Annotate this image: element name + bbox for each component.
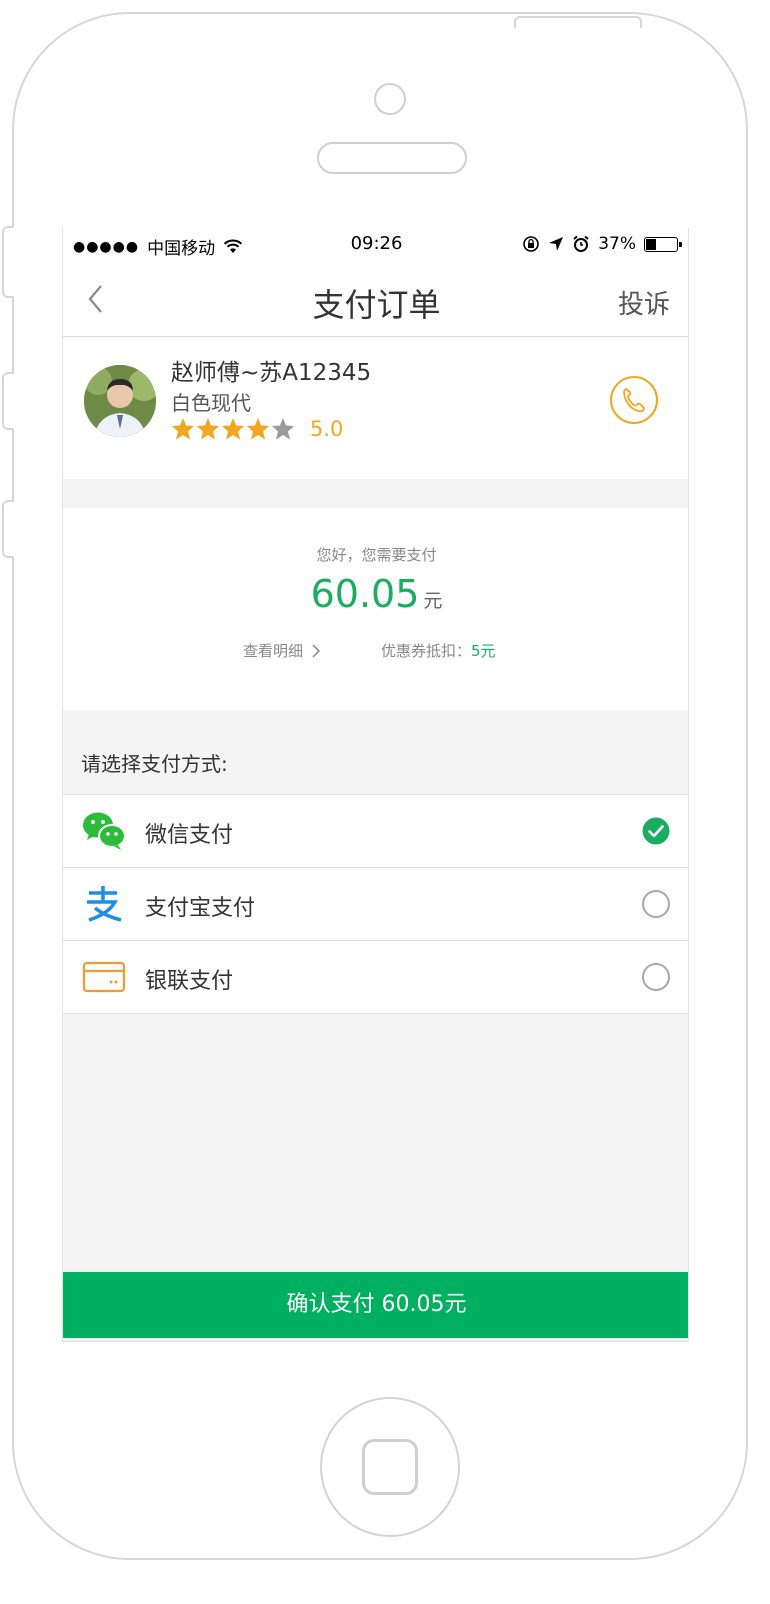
driver-avatar [84, 365, 156, 437]
payment-option-unionpay[interactable]: 银联支付 [63, 941, 688, 1014]
navigation-bar: 支付订单 投诉 [63, 262, 688, 337]
alarm-icon [573, 235, 589, 252]
complaint-button[interactable]: 投诉 [618, 284, 670, 321]
amount-unit: 元 [423, 590, 443, 612]
status-bar: ●●●●● 中国移动 09:26 37% [63, 228, 688, 262]
home-button-square [362, 1439, 418, 1495]
star-filled-icon [222, 418, 244, 440]
coupon-value: 5元 [471, 642, 496, 660]
car-description: 白色现代 [171, 391, 251, 415]
coupon-label: 优惠券抵扣： [381, 642, 472, 660]
rotation-lock-icon [523, 236, 540, 252]
payment-greeting: 您好，您需要支付 [316, 546, 437, 564]
app-screen: ●●●●● 中国移动 09:26 37% 支付订单 投诉 赵师傅~苏A12345… [62, 228, 689, 1342]
volume-up-button [2, 372, 14, 430]
location-arrow-icon [549, 237, 564, 251]
mute-switch [2, 226, 14, 298]
battery-icon [644, 236, 682, 252]
star-filled-icon [172, 418, 194, 440]
star-filled-icon [197, 418, 219, 440]
chevron-right-icon [312, 643, 321, 658]
payment-summary: 您好，您需要支付 60.05 元 查看明细 优惠券抵扣：5元 [63, 508, 688, 710]
phone-icon[interactable] [609, 375, 659, 425]
earpiece-speaker [317, 142, 467, 174]
payment-option-label: 微信支付 [145, 823, 234, 848]
view-details-link[interactable]: 查看明细 [243, 640, 321, 661]
payment-option-label: 支付宝支付 [145, 896, 256, 921]
battery-level [646, 238, 656, 250]
payment-amount: 60.05 元 [63, 572, 688, 616]
star-empty-icon [272, 418, 294, 440]
power-button [514, 16, 642, 28]
payment-method-list: 微信支付 支付宝支付 银联支付 [63, 794, 688, 1014]
checkmark-selected-icon[interactable] [642, 817, 670, 845]
driver-rating: 5.0 [171, 417, 343, 441]
view-details-label: 查看明细 [243, 642, 304, 660]
radio-unselected[interactable] [642, 963, 670, 991]
payment-option-alipay[interactable]: 支付宝支付 [63, 868, 688, 941]
payment-option-label: 银联支付 [145, 969, 234, 994]
driver-card: 赵师傅~苏A12345 白色现代 5.0 [63, 337, 688, 479]
driver-name: 赵师傅~苏A12345 [171, 360, 372, 386]
star-filled-icon [247, 418, 269, 440]
coupon-discount: 优惠券抵扣：5元 [381, 640, 496, 661]
page-title: 支付订单 [312, 286, 441, 324]
battery-percent: 37% [598, 234, 636, 254]
unionpay-card-icon [82, 961, 126, 993]
confirm-payment-button[interactable]: 确认支付 60.05元 [63, 1272, 688, 1338]
home-button[interactable] [320, 1397, 460, 1537]
alipay-icon [87, 886, 122, 922]
front-camera [374, 83, 406, 115]
volume-down-button [2, 500, 14, 558]
wechat-icon [83, 812, 126, 850]
payment-method-prompt: 请选择支付方式: [81, 752, 228, 776]
radio-unselected[interactable] [642, 890, 670, 918]
rating-value: 5.0 [310, 417, 344, 441]
amount-value: 60.05 [310, 572, 420, 616]
payment-option-wechat[interactable]: 微信支付 [63, 795, 688, 868]
